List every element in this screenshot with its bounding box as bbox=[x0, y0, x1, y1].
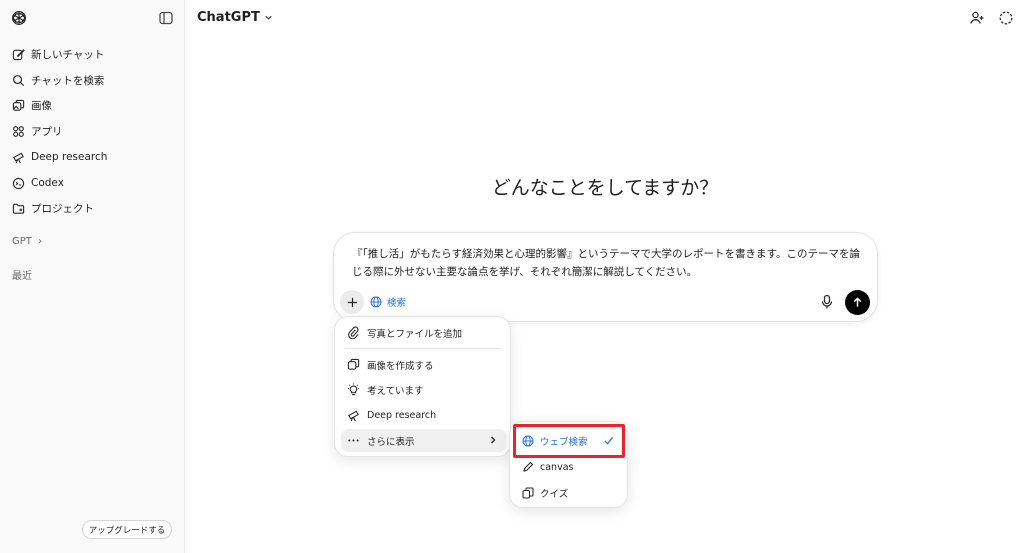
menu-item-label: 写真とファイルを追加 bbox=[367, 328, 463, 340]
search-chip-label: 検索 bbox=[387, 298, 407, 309]
menu-item-thinking[interactable]: 考えています bbox=[341, 378, 506, 401]
menu-item-label: Deep research bbox=[367, 410, 437, 421]
sidebar-item-search-chats[interactable]: チャットを検索 bbox=[6, 68, 178, 92]
temporary-chat-icon[interactable] bbox=[998, 10, 1014, 26]
tools-menu: 写真とファイルを追加 画像を作成する 考えています Deep research bbox=[334, 316, 511, 457]
more-icon bbox=[347, 434, 360, 447]
sidebar-section-recent: 最近 bbox=[12, 267, 32, 282]
sidebar-item-label: Codex bbox=[31, 177, 64, 189]
apps-icon bbox=[12, 125, 25, 138]
telescope-icon bbox=[12, 151, 25, 164]
search-tool-chip[interactable]: 検索 bbox=[370, 293, 406, 311]
menu-item-show-more[interactable]: さらに表示 bbox=[341, 429, 506, 452]
sidebar-section-gpt[interactable]: GPT › bbox=[12, 236, 42, 247]
recent-section-label: 最近 bbox=[12, 271, 32, 282]
submenu-item-label: canvas bbox=[540, 461, 574, 473]
sidebar-item-label: チャットを検索 bbox=[31, 74, 105, 87]
microphone-icon[interactable] bbox=[820, 294, 834, 310]
menu-item-add-photos-files[interactable]: 写真とファイルを追加 bbox=[341, 321, 506, 344]
plus-icon bbox=[347, 297, 357, 307]
menu-item-create-image[interactable]: 画像を作成する bbox=[341, 353, 506, 376]
add-attachment-button[interactable] bbox=[340, 290, 364, 314]
upgrade-button[interactable]: アップグレードする bbox=[82, 520, 172, 539]
chevron-down-icon bbox=[265, 15, 272, 20]
menu-item-label: 考えています bbox=[367, 385, 424, 397]
sidebar-item-new-chat[interactable]: 新しいチャット bbox=[6, 42, 178, 66]
menu-item-deep-research[interactable]: Deep research bbox=[341, 404, 506, 427]
model-name: ChatGPT bbox=[197, 10, 260, 25]
menu-divider bbox=[345, 348, 501, 349]
sidebar-item-codex[interactable]: Codex bbox=[6, 171, 178, 195]
sidebar-item-label: アプリ bbox=[31, 125, 63, 138]
sidebar-header bbox=[0, 0, 185, 38]
folder-icon bbox=[12, 202, 25, 215]
image-create-icon bbox=[347, 358, 360, 371]
sidebar-item-projects[interactable]: プロジェクト bbox=[6, 196, 178, 220]
openai-logo-icon[interactable] bbox=[10, 9, 28, 27]
sidebar-item-label: プロジェクト bbox=[31, 202, 94, 215]
menu-item-label: さらに表示 bbox=[367, 436, 415, 448]
codex-icon bbox=[12, 177, 25, 190]
submenu-item-canvas[interactable]: canvas bbox=[515, 456, 624, 478]
pen-icon bbox=[522, 461, 534, 473]
lightbulb-icon bbox=[347, 383, 360, 396]
sidebar: 新しいチャット チャットを検索 画像 アプリ Deep research Cod… bbox=[0, 0, 185, 553]
chevron-right-icon bbox=[491, 436, 496, 444]
globe-icon bbox=[370, 296, 382, 308]
prompt-input[interactable]: 『「推し活」がもたらす経済効果と心理的影響』というテーマで大学のレポートを書きま… bbox=[352, 245, 862, 281]
chevron-right-icon: › bbox=[38, 236, 43, 247]
model-selector[interactable]: ChatGPT bbox=[197, 10, 273, 25]
sidebar-item-apps[interactable]: アプリ bbox=[6, 119, 178, 143]
sidebar-item-label: 新しいチャット bbox=[31, 48, 105, 61]
submenu-item-label: クイズ bbox=[540, 489, 569, 500]
sidebar-item-label: 画像 bbox=[31, 99, 52, 112]
search-icon bbox=[12, 74, 25, 87]
sidebar-item-label: Deep research bbox=[31, 151, 108, 163]
add-person-icon[interactable] bbox=[969, 10, 985, 26]
sidebar-toggle-icon[interactable] bbox=[158, 10, 174, 26]
cards-icon bbox=[522, 487, 534, 499]
sidebar-item-deep-research[interactable]: Deep research bbox=[6, 145, 178, 169]
arrow-up-icon bbox=[853, 297, 862, 307]
menu-item-label: 画像を作成する bbox=[367, 360, 434, 372]
submenu-item-quiz[interactable]: クイズ bbox=[515, 482, 624, 504]
app-window: 新しいチャット チャットを検索 画像 アプリ Deep research Cod… bbox=[0, 0, 1024, 553]
sidebar-item-images[interactable]: 画像 bbox=[6, 93, 178, 117]
send-button[interactable] bbox=[845, 290, 870, 315]
paperclip-icon bbox=[347, 326, 360, 339]
telescope-icon bbox=[347, 409, 360, 422]
edit-icon bbox=[12, 48, 25, 61]
highlight-annotation-box bbox=[513, 424, 625, 458]
gpt-section-label: GPT bbox=[12, 236, 32, 247]
composer: 『「推し活」がもたらす経済効果と心理的影響』というテーマで大学のレポートを書きま… bbox=[333, 232, 878, 322]
images-icon bbox=[12, 99, 25, 112]
page-title: どんなことをしてますか？ bbox=[491, 177, 719, 199]
